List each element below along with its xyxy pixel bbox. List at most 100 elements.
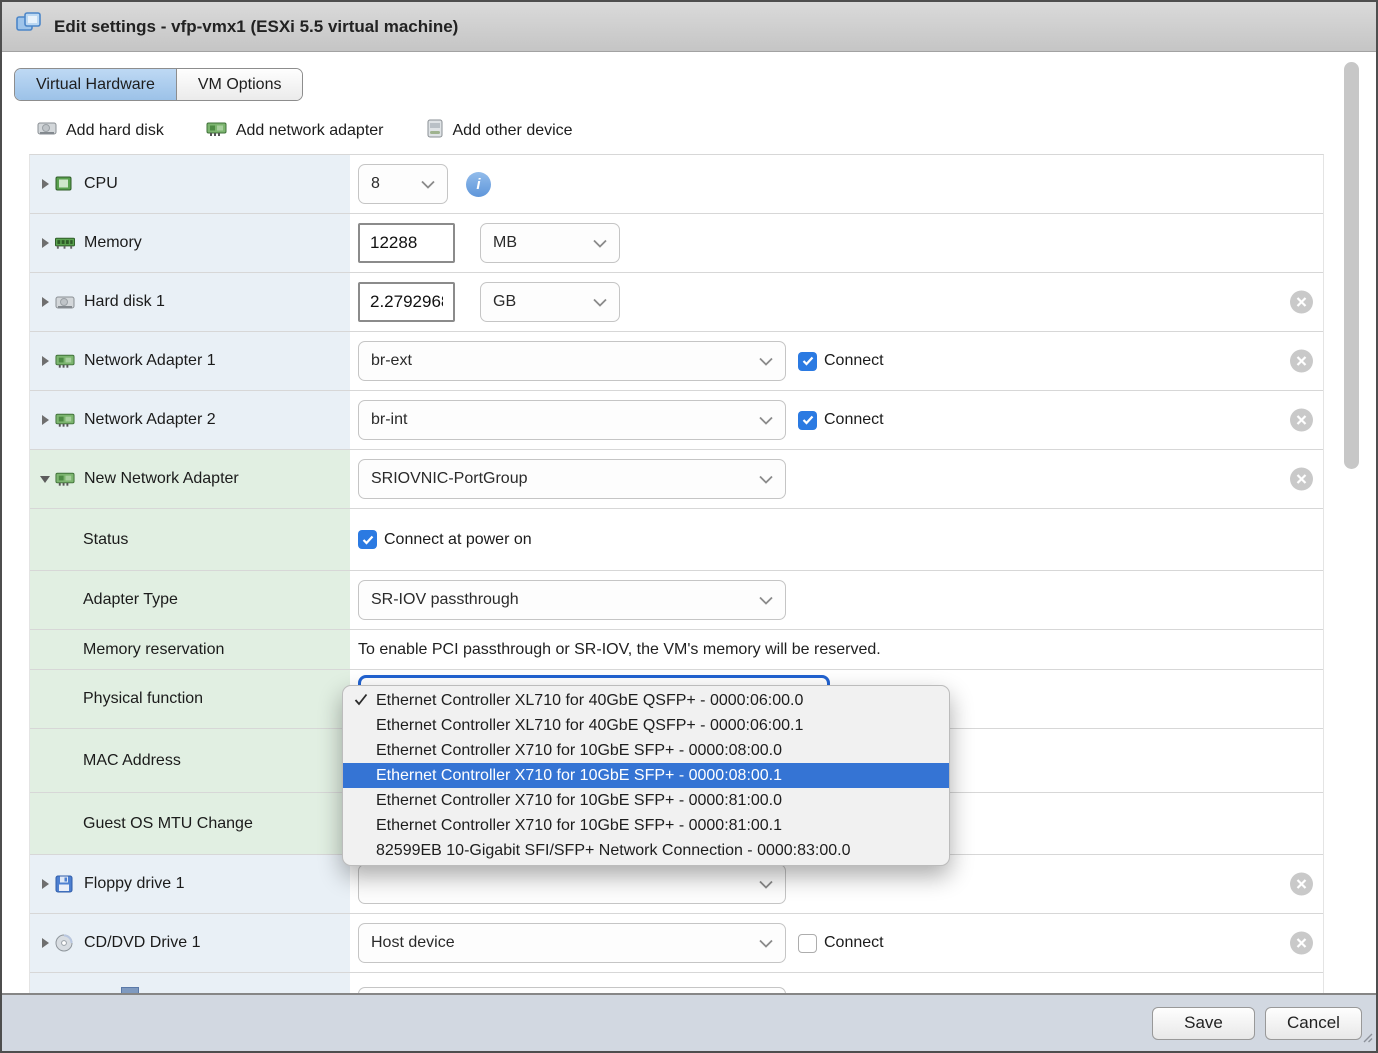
chevron-down-icon bbox=[593, 239, 607, 248]
dropdown-option[interactable]: Ethernet Controller X710 for 10GbE SFP+ … bbox=[343, 813, 949, 838]
connect-label: Connect bbox=[824, 352, 884, 370]
row-adapter-type: Adapter Type SR-IOV passthrough bbox=[30, 571, 1323, 630]
connect-at-power-on-checkbox[interactable] bbox=[358, 530, 377, 549]
cpu-label: CPU bbox=[84, 175, 118, 193]
chevron-down-icon bbox=[759, 880, 773, 889]
vm-icon bbox=[15, 11, 43, 42]
chevron-down-icon bbox=[759, 357, 773, 366]
nic-icon bbox=[55, 470, 75, 488]
memory-icon bbox=[55, 234, 75, 252]
network-adapter-2-connect-checkbox[interactable] bbox=[798, 411, 817, 430]
dropdown-option[interactable]: Ethernet Controller X710 for 10GbE SFP+ … bbox=[343, 788, 949, 813]
dialog-titlebar: Edit settings - vfp-vmx1 (ESXi 5.5 virtu… bbox=[2, 2, 1376, 52]
dropdown-option[interactable]: Ethernet Controller X710 for 10GbE SFP+ … bbox=[343, 738, 949, 763]
network-adapter-1-label: Network Adapter 1 bbox=[84, 352, 216, 370]
floppy-drive-label: Floppy drive 1 bbox=[84, 875, 185, 893]
nic-icon bbox=[55, 352, 75, 370]
dialog-footer: Save Cancel bbox=[2, 993, 1376, 1051]
add-device-bar: Add hard disk Add network adapter Add ot… bbox=[37, 119, 573, 143]
mac-address-label: MAC Address bbox=[38, 752, 181, 770]
expander-icon[interactable] bbox=[38, 356, 52, 366]
memory-size-input[interactable] bbox=[358, 223, 455, 263]
chevron-down-icon bbox=[593, 298, 607, 307]
chevron-down-icon bbox=[421, 180, 435, 189]
info-icon[interactable]: i bbox=[466, 172, 491, 197]
expander-icon[interactable] bbox=[38, 879, 52, 889]
cd-dvd-drive-select[interactable]: Host device bbox=[358, 923, 786, 963]
connect-label: Connect bbox=[824, 934, 884, 952]
guest-os-mtu-change-label: Guest OS MTU Change bbox=[38, 815, 253, 833]
add-other-device-label: Add other device bbox=[453, 122, 573, 140]
cpu-icon bbox=[55, 175, 75, 193]
cd-dvd-connect-checkbox[interactable] bbox=[798, 934, 817, 953]
row-network-adapter-1: Network Adapter 1 br-ext Connect bbox=[30, 332, 1323, 391]
remove-network-adapter-1-icon[interactable] bbox=[1290, 350, 1313, 373]
checkmark-icon bbox=[354, 693, 368, 711]
hard-disk-size-input[interactable] bbox=[358, 282, 455, 322]
add-network-adapter-label: Add network adapter bbox=[236, 122, 384, 140]
nic-icon bbox=[55, 411, 75, 429]
row-status: Status Connect at power on bbox=[30, 509, 1323, 571]
network-adapter-1-select[interactable]: br-ext bbox=[358, 341, 786, 381]
dropdown-option[interactable]: 82599EB 10-Gigabit SFI/SFP+ Network Conn… bbox=[343, 838, 949, 863]
chevron-down-icon bbox=[759, 596, 773, 605]
network-adapter-2-select[interactable]: br-int bbox=[358, 400, 786, 440]
hard-disk-label: Hard disk 1 bbox=[84, 293, 165, 311]
row-hard-disk-1: Hard disk 1 GB bbox=[30, 273, 1323, 332]
network-adapter-2-label: Network Adapter 2 bbox=[84, 411, 216, 429]
remove-hard-disk-icon[interactable] bbox=[1290, 291, 1313, 314]
adapter-type-label: Adapter Type bbox=[38, 591, 178, 609]
add-network-adapter-button[interactable]: Add network adapter bbox=[206, 121, 384, 142]
new-network-adapter-label: New Network Adapter bbox=[84, 470, 239, 488]
dropdown-option[interactable]: Ethernet Controller XL710 for 40GbE QSFP… bbox=[343, 713, 949, 738]
chevron-down-icon bbox=[759, 939, 773, 948]
dropdown-option-highlighted[interactable]: Ethernet Controller X710 for 10GbE SFP+ … bbox=[343, 763, 949, 788]
cancel-button[interactable]: Cancel bbox=[1265, 1007, 1362, 1040]
cd-icon bbox=[55, 934, 75, 952]
expander-icon[interactable] bbox=[38, 938, 52, 948]
row-cpu: CPU 8 i bbox=[30, 155, 1323, 214]
expander-icon[interactable] bbox=[38, 297, 52, 307]
row-new-network-adapter: New Network Adapter SRIOVNIC-PortGroup bbox=[30, 450, 1323, 509]
physical-function-label: Physical function bbox=[38, 690, 203, 708]
add-hard-disk-label: Add hard disk bbox=[66, 122, 164, 140]
expander-icon-expanded[interactable] bbox=[38, 476, 52, 483]
row-network-adapter-2: Network Adapter 2 br-int Connect bbox=[30, 391, 1323, 450]
network-adapter-1-connect-checkbox[interactable] bbox=[798, 352, 817, 371]
hard-disk-unit-select[interactable]: GB bbox=[480, 282, 620, 322]
add-hard-disk-button[interactable]: Add hard disk bbox=[37, 120, 164, 142]
adapter-type-select[interactable]: SR-IOV passthrough bbox=[358, 580, 786, 620]
resize-handle-icon[interactable] bbox=[1363, 1030, 1373, 1048]
tab-vm-options[interactable]: VM Options bbox=[176, 69, 303, 100]
virtual-hardware-table: CPU 8 i Memory MB bbox=[29, 154, 1324, 995]
remove-floppy-drive-icon[interactable] bbox=[1290, 873, 1313, 896]
floppy-drive-select[interactable] bbox=[358, 864, 786, 904]
hard-disk-icon bbox=[37, 120, 57, 142]
memory-reservation-label: Memory reservation bbox=[38, 641, 224, 659]
remove-new-network-adapter-icon[interactable] bbox=[1290, 468, 1313, 491]
remove-network-adapter-2-icon[interactable] bbox=[1290, 409, 1313, 432]
row-memory-reservation: Memory reservation To enable PCI passthr… bbox=[30, 630, 1323, 670]
row-partial bbox=[30, 973, 1323, 995]
expander-icon[interactable] bbox=[38, 179, 52, 189]
status-label: Status bbox=[38, 531, 128, 549]
memory-unit-select[interactable]: MB bbox=[480, 223, 620, 263]
tab-bar: Virtual Hardware VM Options bbox=[14, 68, 303, 101]
tab-virtual-hardware[interactable]: Virtual Hardware bbox=[15, 69, 176, 100]
floppy-icon bbox=[55, 875, 75, 893]
new-network-adapter-portgroup-select[interactable]: SRIOVNIC-PortGroup bbox=[358, 459, 786, 499]
chevron-down-icon bbox=[759, 475, 773, 484]
expander-icon[interactable] bbox=[38, 238, 52, 248]
memory-label: Memory bbox=[84, 234, 142, 252]
scrollbar-thumb[interactable] bbox=[1344, 62, 1359, 469]
cpu-count-select[interactable]: 8 bbox=[358, 164, 448, 204]
add-other-device-button[interactable]: Add other device bbox=[426, 119, 573, 143]
chevron-down-icon bbox=[759, 416, 773, 425]
dropdown-option[interactable]: Ethernet Controller XL710 for 40GbE QSFP… bbox=[343, 688, 949, 713]
row-cd-dvd-drive-1: CD/DVD Drive 1 Host device Connect bbox=[30, 914, 1323, 973]
save-button[interactable]: Save bbox=[1152, 1007, 1255, 1040]
remove-cd-dvd-drive-icon[interactable] bbox=[1290, 932, 1313, 955]
edit-settings-dialog: Edit settings - vfp-vmx1 (ESXi 5.5 virtu… bbox=[0, 0, 1378, 1053]
expander-icon[interactable] bbox=[38, 415, 52, 425]
row-memory: Memory MB bbox=[30, 214, 1323, 273]
